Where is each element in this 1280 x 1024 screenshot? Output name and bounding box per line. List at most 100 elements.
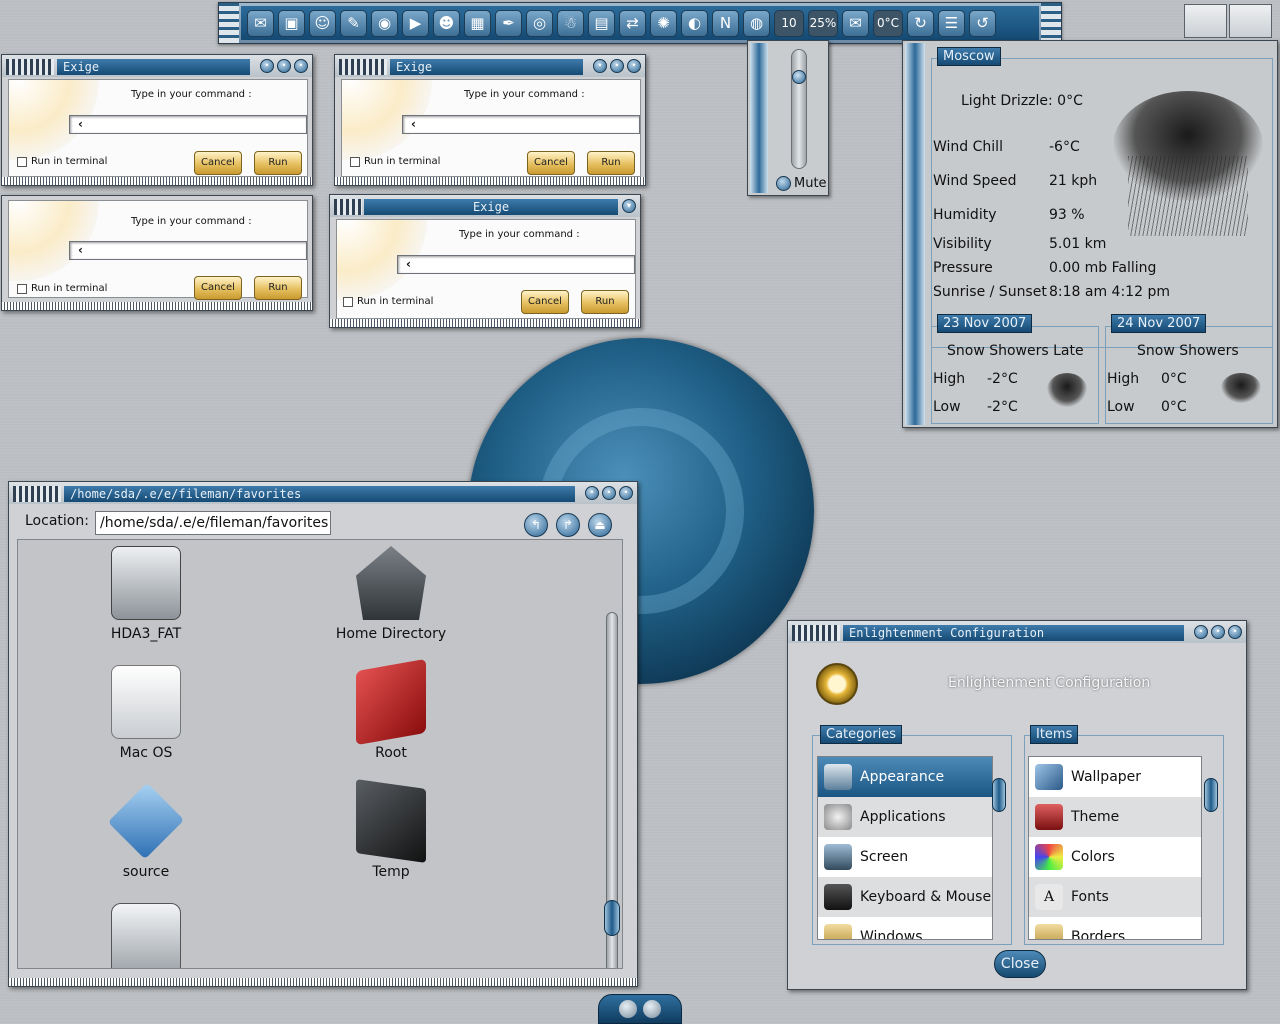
category-screen[interactable]: Screen [818, 837, 992, 877]
resize-strip[interactable] [9, 978, 637, 986]
cancel-button[interactable]: Cancel [521, 290, 569, 314]
mute-radio-icon[interactable] [776, 176, 791, 191]
file-item-home[interactable]: Home Directory [316, 546, 466, 642]
image-viewer-icon[interactable]: ▤ [588, 9, 615, 37]
checkbox-box[interactable] [17, 156, 27, 167]
item-fonts[interactable]: A Fonts [1029, 877, 1201, 917]
items-scroll-thumb[interactable] [1204, 778, 1218, 812]
cancel-button[interactable]: Cancel [527, 151, 575, 175]
run-in-terminal-checkbox[interactable]: Run in terminal [17, 156, 107, 167]
parent-dir-icon[interactable]: ↰ [524, 513, 548, 537]
terminal-icon[interactable]: ▣ [278, 9, 305, 37]
close-button[interactable]: • [1228, 625, 1242, 639]
window-grip[interactable] [339, 59, 387, 75]
temperature-gadget[interactable]: 0°C [873, 9, 903, 37]
item-wallpaper[interactable]: Wallpaper [1029, 757, 1201, 797]
run-in-terminal-checkbox[interactable]: Run in terminal [350, 156, 440, 167]
run-in-terminal-checkbox[interactable]: Run in terminal [17, 283, 107, 294]
window-grip[interactable] [13, 486, 61, 502]
video-icon[interactable]: ▶ [402, 9, 429, 37]
cpu-gadget[interactable]: 25% [808, 9, 838, 37]
close-config-button[interactable]: Close [994, 950, 1046, 978]
pager-desk-2[interactable] [1229, 4, 1272, 38]
refresh-icon[interactable]: ↱ [556, 513, 580, 537]
dock-app-icon-1[interactable] [619, 1000, 637, 1018]
command-input[interactable]: ‹ [402, 115, 640, 134]
blender-icon[interactable]: ◎ [526, 9, 553, 37]
close-button[interactable]: ▾ [622, 199, 636, 213]
command-input[interactable]: ‹ [69, 115, 307, 134]
maximize-button[interactable]: • [610, 59, 624, 73]
run-in-terminal-checkbox[interactable]: Run in terminal [343, 296, 433, 307]
resize-strip[interactable] [2, 177, 312, 185]
maximize-button[interactable]: • [1211, 625, 1225, 639]
swirl-icon-2[interactable]: ↺ [969, 9, 996, 37]
eject-icon[interactable]: ⏏ [588, 513, 612, 537]
pencil-icon[interactable]: ✎ [340, 9, 367, 37]
file-item-source[interactable]: source [71, 782, 221, 880]
photo-icon[interactable]: ▦ [464, 9, 491, 37]
maximize-button[interactable]: • [277, 59, 291, 73]
resize-strip[interactable] [335, 177, 645, 185]
checkbox-box[interactable] [343, 296, 353, 307]
category-windows[interactable]: Windows [818, 917, 992, 939]
tux-icon[interactable]: ☺ [309, 9, 336, 37]
iconify-button[interactable]: • [593, 59, 607, 73]
file-icon-view[interactable]: HDA3_FAT Home Directory Mac OS Root sour… [17, 539, 623, 969]
file-item-temp[interactable]: Temp [316, 779, 466, 880]
disc-icon[interactable]: ◍ [743, 9, 770, 37]
items-list[interactable]: Wallpaper Theme Colors A Fonts Borders [1028, 756, 1202, 940]
close-button[interactable]: • [294, 59, 308, 73]
maximize-button[interactable]: • [602, 486, 616, 500]
run-button[interactable]: Run [254, 276, 302, 300]
close-button[interactable]: • [627, 59, 641, 73]
pager-desk-1[interactable] [1184, 4, 1227, 38]
categories-list[interactable]: Appearance Applications Screen Keyboard … [817, 756, 993, 940]
netscape-icon[interactable]: N [712, 9, 739, 37]
linux-icon[interactable]: ☃ [557, 9, 584, 37]
swirl-icon[interactable]: ↻ [907, 9, 934, 37]
scrollbar-thumb[interactable] [604, 900, 620, 936]
mute-toggle[interactable]: Mute [776, 176, 827, 191]
iconify-button[interactable]: • [260, 59, 274, 73]
iconify-button[interactable]: • [585, 486, 599, 500]
run-button[interactable]: Run [254, 151, 302, 175]
mail-icon[interactable]: ✉ [842, 9, 869, 37]
item-colors[interactable]: Colors [1029, 837, 1201, 877]
browser-icon[interactable]: ◐ [681, 9, 708, 37]
window-grip[interactable] [792, 625, 840, 641]
network-icon[interactable]: ⇄ [619, 9, 646, 37]
battery-gadget[interactable]: 10 [774, 9, 804, 37]
item-theme[interactable]: Theme [1029, 797, 1201, 837]
file-item-macos[interactable]: Mac OS [71, 665, 221, 761]
mail-client-icon[interactable]: ✉ [247, 9, 274, 37]
close-button[interactable]: • [619, 486, 633, 500]
location-input[interactable]: /home/sda/.e/e/fileman/favorites [95, 511, 331, 535]
checkbox-box[interactable] [17, 283, 27, 294]
categories-scroll-thumb[interactable] [992, 778, 1006, 812]
desktop-pager[interactable] [1184, 4, 1272, 38]
run-button[interactable]: Run [587, 151, 635, 175]
titlebar[interactable]: /home/sda/.e/e/fileman/favorites • • • [9, 482, 637, 504]
file-item-hda3[interactable]: HDA3_FAT [71, 546, 221, 642]
window-grip[interactable] [334, 199, 362, 215]
rss-icon[interactable]: ☰ [938, 9, 965, 37]
item-borders[interactable]: Borders [1029, 917, 1201, 939]
resize-strip[interactable] [330, 319, 640, 327]
camera-icon[interactable]: ◉ [371, 9, 398, 37]
file-item-root[interactable]: Root [316, 658, 466, 761]
ink-icon[interactable]: ✒ [495, 9, 522, 37]
iconify-button[interactable]: • [1194, 625, 1208, 639]
titlebar[interactable]: Exige ▾ [330, 195, 640, 217]
volume-slider[interactable] [791, 49, 807, 169]
run-button[interactable]: Run [581, 290, 629, 314]
titlebar[interactable]: Enlightenment Configuration • • • [788, 621, 1246, 643]
category-keyboard-mouse[interactable]: Keyboard & Mouse [818, 877, 992, 917]
command-input[interactable]: ‹ [397, 255, 635, 274]
cancel-button[interactable]: Cancel [194, 276, 242, 300]
category-applications[interactable]: Applications [818, 797, 992, 837]
dock-app-icon-2[interactable] [643, 1000, 661, 1018]
globe-icon[interactable]: ✺ [650, 9, 677, 37]
resize-strip[interactable] [2, 302, 312, 310]
titlebar[interactable]: Exige • • • [335, 55, 645, 77]
